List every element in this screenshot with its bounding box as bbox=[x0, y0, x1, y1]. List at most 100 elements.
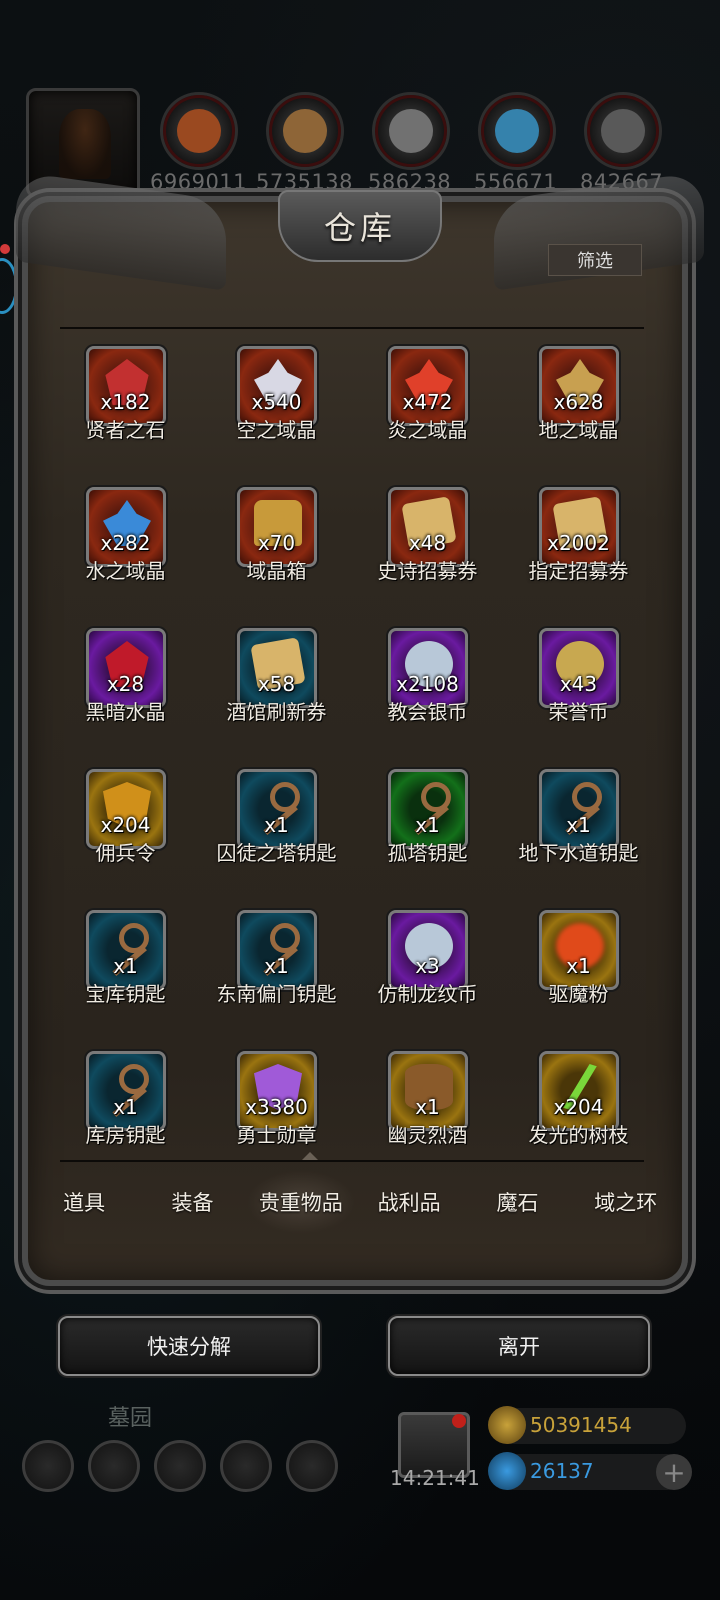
item-name: 东南偏门钥匙 bbox=[216, 982, 337, 1006]
item-quantity: x1 bbox=[415, 1095, 440, 1119]
crystal-icon bbox=[495, 109, 539, 153]
inventory-item[interactable]: x3380 勇士勋章 bbox=[201, 1045, 352, 1148]
item-name: 史诗招募券 bbox=[377, 559, 478, 583]
inventory-item[interactable]: x2108 教会银币 bbox=[352, 622, 503, 763]
item-quantity: x1 bbox=[566, 954, 591, 978]
tab-3[interactable]: 战利品 bbox=[355, 1170, 463, 1234]
map-icon[interactable] bbox=[154, 1440, 206, 1492]
item-quantity: x2108 bbox=[396, 672, 459, 696]
item-name: 水之域晶 bbox=[85, 559, 166, 583]
item-quantity: x28 bbox=[106, 672, 145, 696]
mail-icon[interactable] bbox=[220, 1440, 272, 1492]
item-quantity: x1 bbox=[415, 813, 440, 837]
item-quantity: x204 bbox=[553, 1095, 604, 1119]
inventory-item[interactable]: x282 水之域晶 bbox=[50, 481, 201, 622]
tab-divider bbox=[60, 1160, 644, 1162]
item-name: 地下水道钥匙 bbox=[518, 841, 639, 865]
item-name: 囚徒之塔钥匙 bbox=[216, 841, 337, 865]
item-quantity: x58 bbox=[257, 672, 296, 696]
item-name: 驱魔粉 bbox=[548, 982, 609, 1006]
inventory-item[interactable]: x43 荣誉币 bbox=[503, 622, 654, 763]
leave-button[interactable]: 离开 bbox=[388, 1316, 650, 1376]
inventory-item[interactable]: x1 幽灵烈酒 bbox=[352, 1045, 503, 1148]
item-name: 地之域晶 bbox=[538, 418, 619, 442]
inventory-item[interactable]: x70 域晶箱 bbox=[201, 481, 352, 622]
hooded-figure-icon bbox=[59, 109, 111, 179]
quick-decompose-button[interactable]: 快速分解 bbox=[58, 1316, 320, 1376]
shield-icon[interactable] bbox=[286, 1440, 338, 1492]
item-quantity: x3380 bbox=[245, 1095, 308, 1119]
item-name: 域晶箱 bbox=[246, 559, 307, 583]
inventory-item[interactable]: x3 仿制龙纹币 bbox=[352, 904, 503, 1045]
item-grid[interactable]: x182 贤者之石 x540 空之域晶 x472 炎之域晶 x628 地之域晶 x282 水之域晶… bbox=[50, 340, 654, 1148]
gem-icon bbox=[488, 1452, 526, 1490]
item-quantity: x43 bbox=[559, 672, 598, 696]
filter-button[interactable]: 筛选 bbox=[548, 244, 642, 276]
item-quantity: x540 bbox=[251, 390, 302, 414]
inventory-item[interactable]: x1 地下水道钥匙 bbox=[503, 763, 654, 904]
item-name: 教会银币 bbox=[387, 700, 468, 724]
meat-icon bbox=[177, 109, 221, 153]
inventory-item[interactable]: x58 酒馆刷新券 bbox=[201, 622, 352, 763]
item-quantity: x1 bbox=[264, 954, 289, 978]
inventory-item[interactable]: x182 贤者之石 bbox=[50, 340, 201, 481]
tab-2[interactable]: 贵重物品 bbox=[246, 1170, 355, 1234]
resource-count: 556671 bbox=[474, 170, 558, 194]
tab-0[interactable]: 道具 bbox=[30, 1170, 138, 1234]
item-name: 炎之域晶 bbox=[387, 418, 468, 442]
item-quantity: x472 bbox=[402, 390, 453, 414]
item-quantity: x1 bbox=[264, 813, 289, 837]
tab-1[interactable]: 装备 bbox=[138, 1170, 246, 1234]
item-quantity: x70 bbox=[257, 531, 296, 555]
item-quantity: x2002 bbox=[547, 531, 610, 555]
item-name: 幽灵烈酒 bbox=[387, 1123, 468, 1147]
inventory-item[interactable]: x204 发光的树枝 bbox=[503, 1045, 654, 1148]
item-name: 佣兵令 bbox=[95, 841, 156, 865]
resource-4-frame[interactable] bbox=[584, 92, 662, 170]
active-tab-caret bbox=[302, 1152, 318, 1160]
item-name: 指定招募券 bbox=[528, 559, 629, 583]
clock-time: 14:21:41 bbox=[390, 1466, 480, 1490]
panel-title-plate: 仓库 bbox=[278, 190, 442, 262]
item-name: 空之域晶 bbox=[236, 418, 317, 442]
inventory-item[interactable]: x1 孤塔钥匙 bbox=[352, 763, 503, 904]
inventory-item[interactable]: x1 囚徒之塔钥匙 bbox=[201, 763, 352, 904]
resource-1-frame[interactable] bbox=[266, 92, 344, 170]
inventory-item[interactable]: x2002 指定招募券 bbox=[503, 481, 654, 622]
tab-4[interactable]: 魔石 bbox=[463, 1170, 571, 1234]
item-name: 仿制龙纹币 bbox=[377, 982, 478, 1006]
item-quantity: x182 bbox=[100, 390, 151, 414]
inventory-item[interactable]: x628 地之域晶 bbox=[503, 340, 654, 481]
resource-count: 6969011 bbox=[150, 170, 248, 194]
inventory-item[interactable]: x48 史诗招募券 bbox=[352, 481, 503, 622]
item-name: 孤塔钥匙 bbox=[387, 841, 468, 865]
resource-2-frame[interactable] bbox=[372, 92, 450, 170]
inventory-item[interactable]: x1 库房钥匙 bbox=[50, 1045, 201, 1148]
inventory-item[interactable]: x1 驱魔粉 bbox=[503, 904, 654, 1045]
top-divider bbox=[60, 327, 644, 329]
panel-title: 仓库 bbox=[323, 209, 396, 247]
item-name: 贤者之石 bbox=[85, 418, 166, 442]
inventory-item[interactable]: x540 空之域晶 bbox=[201, 340, 352, 481]
inventory-item[interactable]: x28 黑暗水晶 bbox=[50, 622, 201, 763]
inventory-item[interactable]: x1 宝库钥匙 bbox=[50, 904, 201, 1045]
item-quantity: x1 bbox=[566, 813, 591, 837]
resource-0-frame[interactable] bbox=[160, 92, 238, 170]
tab-5[interactable]: 域之环 bbox=[572, 1170, 680, 1234]
item-quantity: x48 bbox=[408, 531, 447, 555]
inventory-item[interactable]: x1 东南偏门钥匙 bbox=[201, 904, 352, 1045]
settings-gear-icon[interactable] bbox=[22, 1440, 74, 1492]
add-currency-button[interactable]: + bbox=[656, 1454, 692, 1490]
item-quantity: x204 bbox=[100, 813, 151, 837]
gold-amount: 50391454 bbox=[530, 1413, 632, 1437]
inventory-item[interactable]: x472 炎之域晶 bbox=[352, 340, 503, 481]
item-name: 荣誉币 bbox=[548, 700, 609, 724]
compass-icon[interactable] bbox=[88, 1440, 140, 1492]
inventory-item[interactable]: x204 佣兵令 bbox=[50, 763, 201, 904]
resource-3-frame[interactable] bbox=[478, 92, 556, 170]
item-quantity: x282 bbox=[100, 531, 151, 555]
notification-dot bbox=[0, 244, 10, 254]
item-name: 酒馆刷新券 bbox=[226, 700, 327, 724]
gem-amount: 26137 bbox=[530, 1459, 594, 1483]
iron-icon bbox=[601, 109, 645, 153]
